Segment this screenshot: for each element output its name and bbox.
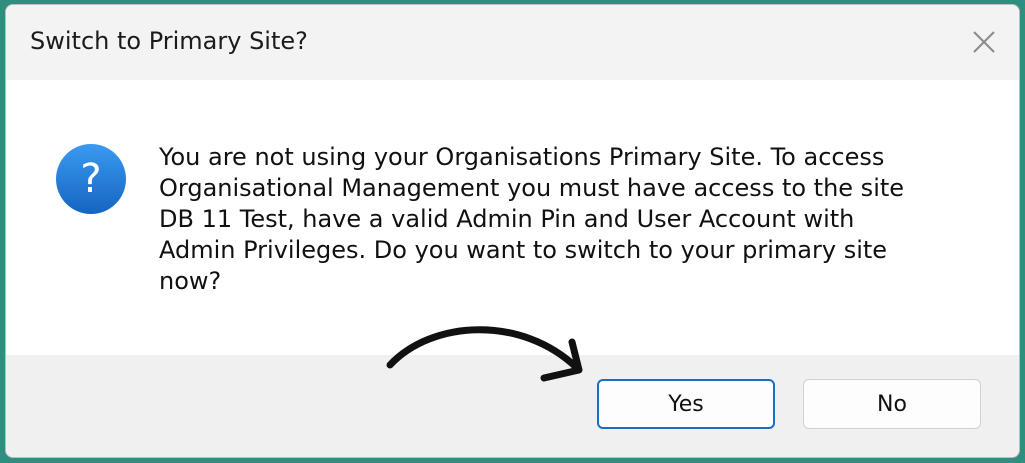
dialog-title: Switch to Primary Site? [30, 27, 308, 55]
question-icon: ? [56, 144, 126, 214]
dialog-content: ? You are not using your Organisations P… [6, 80, 1019, 355]
no-button[interactable]: No [803, 379, 981, 429]
svg-text:?: ? [80, 156, 101, 202]
close-icon[interactable] [967, 25, 1001, 59]
hand-drawn-arrow-icon [386, 326, 583, 382]
yes-button[interactable]: Yes [597, 379, 775, 429]
title-bar: Switch to Primary Site? [6, 5, 1019, 80]
dialog-message: You are not using your Organisations Pri… [159, 143, 905, 295]
